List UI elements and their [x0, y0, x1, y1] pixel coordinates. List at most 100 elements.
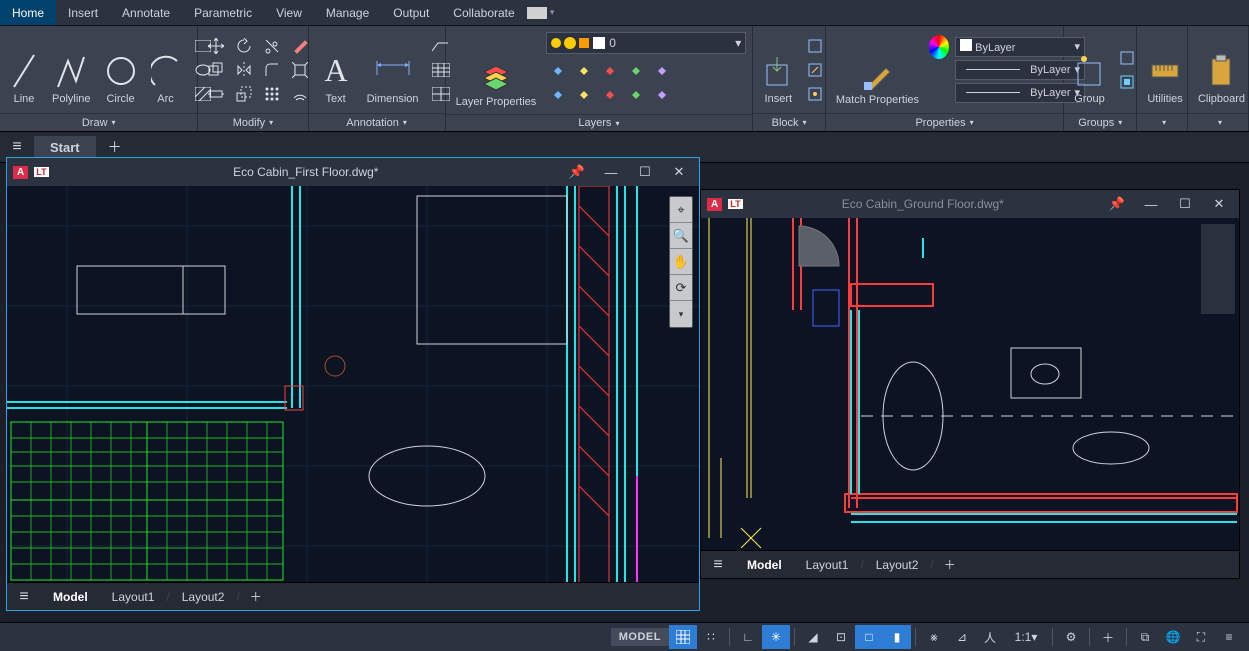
panel-block-label[interactable]: Block▾: [753, 113, 825, 131]
isodraft-icon[interactable]: ◢: [799, 625, 827, 649]
dimension-button[interactable]: Dimension: [363, 33, 423, 107]
isolate-icon[interactable]: 🌐: [1159, 625, 1187, 649]
customize-icon[interactable]: ≡: [1215, 625, 1243, 649]
layer-match-icon[interactable]: [650, 58, 674, 80]
copy-icon[interactable]: [204, 59, 228, 81]
color-wheel-icon[interactable]: [929, 37, 949, 57]
trim-icon[interactable]: [260, 35, 284, 57]
menu-home[interactable]: Home: [0, 0, 56, 25]
ortho-icon[interactable]: ∟: [734, 625, 762, 649]
minimize-icon[interactable]: —: [597, 165, 625, 180]
maximize-icon[interactable]: ☐: [1171, 196, 1199, 212]
tab-layout2[interactable]: Layout2: [170, 585, 237, 609]
lwt-icon[interactable]: ▮: [883, 625, 911, 649]
annoscale-icon[interactable]: ⊿: [948, 625, 976, 649]
tab-model[interactable]: Model: [41, 585, 100, 609]
layer-prev-icon[interactable]: [546, 82, 570, 104]
nav-zoom-icon[interactable]: 🔍: [670, 223, 692, 249]
drawing-canvas[interactable]: [701, 218, 1239, 550]
add-layout-button[interactable]: ＋: [934, 552, 966, 577]
insert-button[interactable]: Insert: [759, 33, 797, 107]
rotate-icon[interactable]: [232, 35, 256, 57]
annomonitor-icon[interactable]: ⨳: [920, 625, 948, 649]
nav-pan-icon[interactable]: ✋: [670, 249, 692, 275]
layout-menu-icon[interactable]: ≡: [701, 556, 735, 574]
menu-manage[interactable]: Manage: [314, 0, 381, 25]
menu-output[interactable]: Output: [381, 0, 441, 25]
polar-icon[interactable]: ✳: [762, 625, 790, 649]
layer-freeze2-icon[interactable]: [598, 58, 622, 80]
current-layer-dropdown[interactable]: 0 ▾: [546, 32, 746, 54]
layer-walk-icon[interactable]: [598, 82, 622, 104]
panel-clipboard-label[interactable]: ▾: [1188, 113, 1248, 131]
array-icon[interactable]: [260, 83, 284, 105]
polyline-button[interactable]: Polyline: [48, 33, 95, 107]
nav-orbit-icon[interactable]: ⟳: [670, 275, 692, 301]
create-block-icon[interactable]: [803, 35, 827, 57]
cleanscreen-icon[interactable]: ⛶: [1187, 625, 1215, 649]
panel-layers-label[interactable]: Layers▾: [446, 114, 753, 131]
mirror-icon[interactable]: [232, 59, 256, 81]
move-icon[interactable]: [204, 35, 228, 57]
file-tabs-menu-icon[interactable]: ≡: [0, 138, 34, 156]
edit-block-icon[interactable]: [803, 59, 827, 81]
match-properties-button[interactable]: Match Properties: [832, 31, 923, 109]
layer-off-icon[interactable]: [546, 58, 570, 80]
edit-attr-icon[interactable]: [803, 83, 827, 105]
menu-featured-apps[interactable]: ▾: [527, 0, 555, 25]
arc-button[interactable]: Arc: [147, 33, 185, 107]
drawing-canvas[interactable]: ⌖ 🔍 ✋ ⟳ ▾: [7, 186, 699, 582]
line-button[interactable]: Line: [6, 33, 42, 107]
window-titlebar[interactable]: A LT Eco Cabin_Ground Floor.dwg* 📌 — ☐ ✕: [701, 190, 1239, 218]
close-icon[interactable]: ✕: [1205, 196, 1233, 212]
annovisibility-icon[interactable]: 人: [976, 625, 1004, 649]
pin-icon[interactable]: 📌: [563, 164, 591, 180]
paste-button[interactable]: Clipboard: [1194, 33, 1249, 107]
stretch-icon[interactable]: [204, 83, 228, 105]
fillet-icon[interactable]: [260, 59, 284, 81]
panel-draw-label[interactable]: Draw▾: [0, 113, 197, 131]
autosnap-icon[interactable]: ⊡: [827, 625, 855, 649]
grid-display-icon[interactable]: [669, 625, 697, 649]
pin-icon[interactable]: 📌: [1103, 196, 1131, 212]
panel-groups-label[interactable]: Groups▾: [1064, 113, 1136, 131]
circle-button[interactable]: Circle: [101, 33, 141, 107]
panel-utilities-label[interactable]: ▾: [1137, 113, 1187, 131]
snap-mode-icon[interactable]: ∷: [697, 625, 725, 649]
menu-view[interactable]: View: [264, 0, 314, 25]
menu-annotate[interactable]: Annotate: [110, 0, 182, 25]
nav-compass-icon[interactable]: ⌖: [670, 197, 692, 223]
start-tab[interactable]: Start: [34, 136, 96, 159]
ungroup-icon[interactable]: [1115, 47, 1139, 69]
scale-icon[interactable]: [232, 83, 256, 105]
layer-iso-icon[interactable]: [572, 58, 596, 80]
measure-button[interactable]: Utilities: [1143, 33, 1186, 107]
menu-parametric[interactable]: Parametric: [182, 0, 264, 25]
layout-menu-icon[interactable]: ≡: [7, 588, 41, 606]
group-edit-icon[interactable]: [1115, 71, 1139, 93]
group-button[interactable]: Group: [1070, 33, 1109, 107]
panel-modify-label[interactable]: Modify▾: [198, 113, 307, 131]
panel-annotation-label[interactable]: Annotation▾: [309, 113, 445, 131]
modelspace-toggle[interactable]: MODEL: [611, 628, 669, 646]
window-titlebar[interactable]: A LT Eco Cabin_First Floor.dwg* 📌 — ☐ ✕: [7, 158, 699, 186]
tab-model[interactable]: Model: [735, 553, 794, 577]
layer-properties-button[interactable]: Layer Properties: [452, 32, 541, 110]
tab-layout1[interactable]: Layout1: [100, 585, 167, 609]
gear-icon[interactable]: ⚙: [1057, 625, 1085, 649]
layer-del-icon[interactable]: [650, 82, 674, 104]
text-button[interactable]: A Text: [315, 33, 357, 107]
layer-state-icon[interactable]: [572, 82, 596, 104]
osnap-icon[interactable]: □: [855, 625, 883, 649]
add-layout-button[interactable]: ＋: [240, 584, 272, 609]
maximize-icon[interactable]: ☐: [631, 164, 659, 180]
tab-layout2[interactable]: Layout2: [864, 553, 931, 577]
ui-lock-icon[interactable]: ⧉: [1131, 625, 1159, 649]
panel-properties-label[interactable]: Properties▾: [826, 113, 1063, 131]
scale-dropdown[interactable]: 1:1 ▾: [1004, 625, 1048, 649]
minimize-icon[interactable]: —: [1137, 197, 1165, 212]
quickprops-icon[interactable]: ＋: [1094, 625, 1122, 649]
layer-lock2-icon[interactable]: [624, 58, 648, 80]
menu-insert[interactable]: Insert: [56, 0, 110, 25]
layer-merge-icon[interactable]: [624, 82, 648, 104]
